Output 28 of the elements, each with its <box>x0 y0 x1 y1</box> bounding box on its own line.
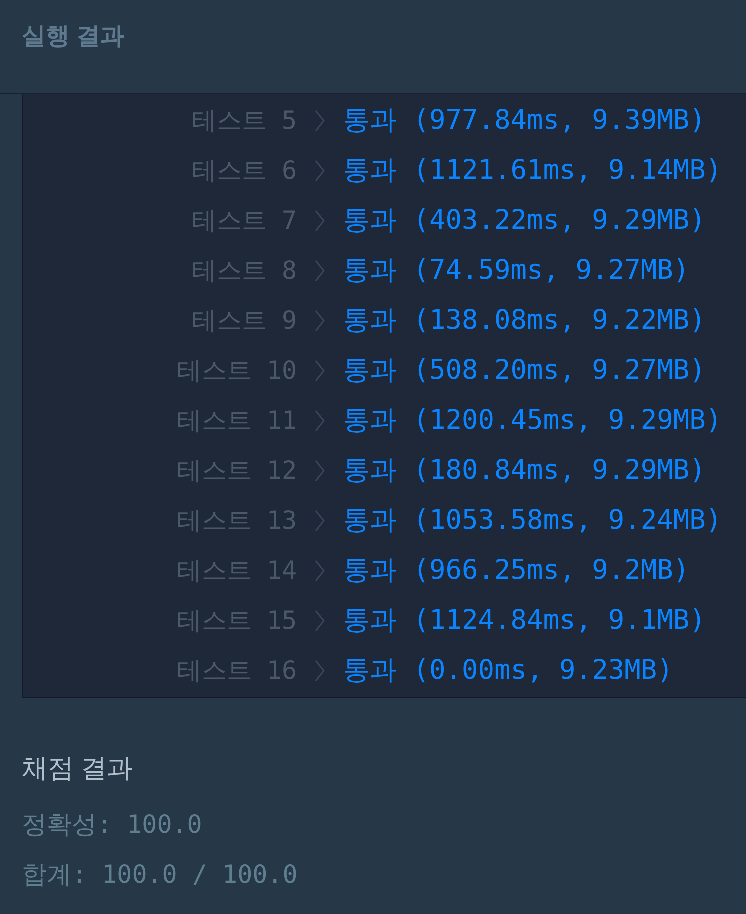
chevron-icon <box>315 360 325 382</box>
test-result: 통과 (1121.61ms, 9.14MB) <box>343 154 722 188</box>
score-line: 정확성: 100.0 <box>22 809 202 841</box>
test-result: 통과 (977.84ms, 9.39MB) <box>343 104 706 138</box>
chevron-icon <box>315 410 325 432</box>
section-title: 실행 결과 <box>22 22 125 52</box>
test-result: 통과 (1053.58ms, 9.24MB) <box>343 504 722 538</box>
chevron-icon <box>315 260 325 282</box>
test-result: 통과 (180.84ms, 9.29MB) <box>343 454 706 488</box>
test-result: 통과 (1200.45ms, 9.29MB) <box>343 404 722 438</box>
chevron-icon <box>315 610 325 632</box>
test-result: 통과 (1124.84ms, 9.1MB) <box>343 604 706 638</box>
chevron-icon <box>315 160 325 182</box>
test-result: 통과 (403.22ms, 9.29MB) <box>343 204 706 238</box>
chevron-icon <box>315 310 325 332</box>
chevron-icon <box>315 460 325 482</box>
chevron-icon <box>315 210 325 232</box>
test-result: 통과 (74.59ms, 9.27MB) <box>343 254 690 288</box>
test-result: 통과 (0.00ms, 9.23MB) <box>343 654 674 688</box>
score-line: 합계: 100.0 / 100.0 <box>22 859 298 891</box>
chevron-icon <box>315 560 325 582</box>
test-result: 통과 (138.08ms, 9.22MB) <box>343 304 706 338</box>
test-result: 통과 (966.25ms, 9.2MB) <box>343 554 690 588</box>
chevron-icon <box>315 110 325 132</box>
chevron-icon <box>315 660 325 682</box>
test-result: 통과 (508.20ms, 9.27MB) <box>343 354 706 388</box>
grading-title: 채점 결과 <box>22 752 134 785</box>
chevron-icon <box>315 510 325 532</box>
